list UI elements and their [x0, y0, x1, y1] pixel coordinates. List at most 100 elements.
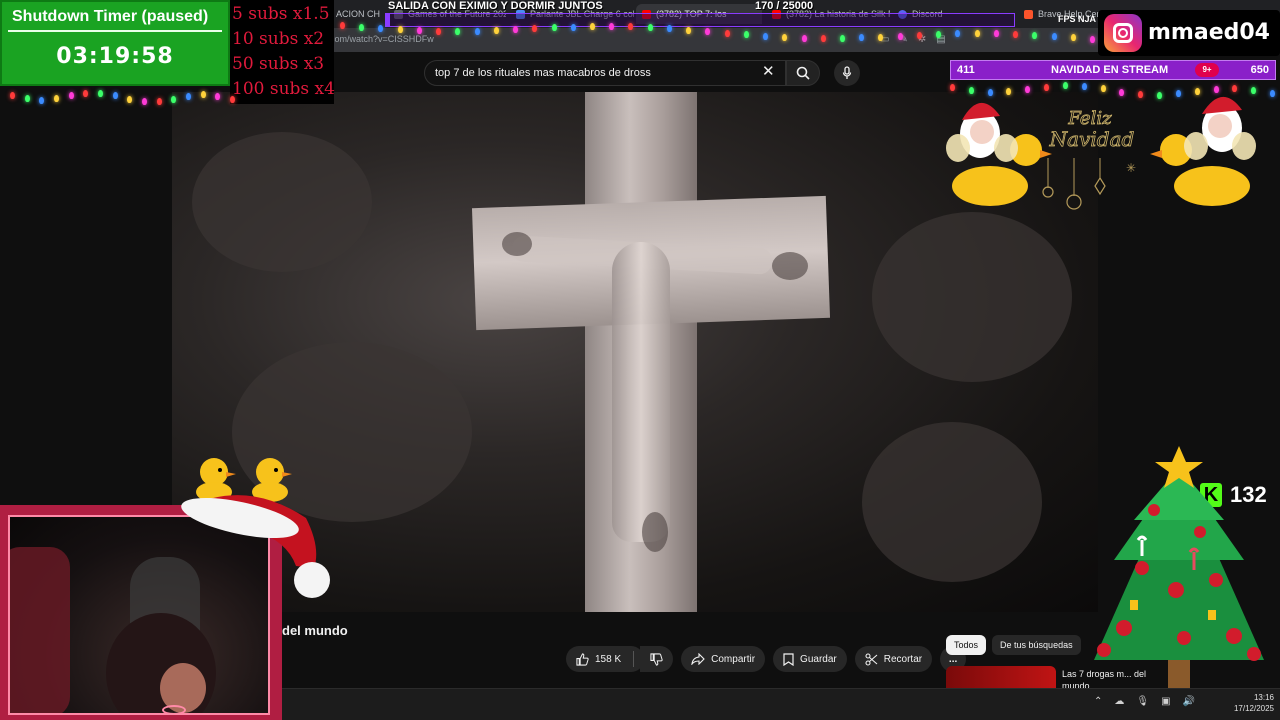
clear-search-icon[interactable]: ✕ [762, 64, 775, 79]
video-frame-stain [642, 512, 668, 552]
light-bulb-icon [359, 23, 365, 31]
video-frame-stain [772, 252, 808, 280]
christmas-decoration: ✳ Feliz Navidad [946, 96, 1256, 210]
video-frame-rock [192, 132, 372, 272]
light-bulb-icon [340, 22, 345, 29]
clock-date: 17/12/2025 [1233, 704, 1274, 713]
video-actions: 158 K Compartir Guardar Recortar ... [566, 646, 967, 672]
volume-icon[interactable]: 🔊 [1183, 696, 1195, 707]
light-bulb-icon [200, 91, 206, 99]
light-bulb-icon [397, 26, 403, 34]
instagram-handle: mmaed04 [1148, 20, 1270, 45]
instagram-badge: mmaed04 [1098, 10, 1280, 56]
svg-text:✳: ✳ [1126, 161, 1136, 175]
brave-favicon-icon [1024, 9, 1033, 19]
voice-search-button[interactable] [834, 60, 860, 86]
light-bulb-icon [436, 27, 442, 35]
christmas-tree-icon [1094, 446, 1264, 688]
light-bulb-icon [1013, 30, 1019, 38]
bookmark-icon [783, 652, 794, 666]
recommended-thumbnail[interactable] [946, 666, 1056, 688]
video-title: del mundo [282, 623, 348, 638]
light-bulb-icon [801, 34, 807, 42]
light-bulb-icon [570, 23, 576, 31]
light-bulb-icon [1070, 34, 1076, 42]
chevron-up-icon[interactable]: ⌃ [1094, 696, 1102, 707]
thumbs-down-icon [650, 652, 663, 666]
dislike-button[interactable] [640, 646, 674, 672]
video-frame-figure [612, 242, 670, 542]
feliz-navidad-lettering: Navidad [1049, 127, 1135, 151]
timer-label: Shutdown Timer (paused) [12, 8, 209, 25]
scissors-icon [865, 652, 878, 666]
chip-from-searches[interactable]: De tus búsquedas [992, 635, 1081, 655]
search-input[interactable]: top 7 de los rituales mas macabros de dr… [424, 60, 786, 86]
chip-all[interactable]: Todos [946, 635, 987, 655]
light-bulb-icon [590, 23, 595, 31]
light-bulb-icon [493, 27, 499, 34]
thumbs-up-icon [576, 652, 589, 666]
light-bulb-icon [416, 27, 422, 35]
light-bulb-icon [186, 92, 191, 100]
light-bulb-icon [10, 92, 15, 99]
light-bulb-icon [647, 24, 653, 32]
light-bulb-icon [98, 89, 103, 97]
instagram-icon [1104, 14, 1142, 52]
subs-multiplier: 5 subs x1.5 [232, 4, 330, 24]
search-button[interactable] [786, 60, 820, 86]
network-icon[interactable]: ▣ [1161, 696, 1170, 707]
santa-duck-left-icon [946, 102, 1052, 206]
shutdown-timer-widget: Shutdown Timer (paused) 03:19:58 [0, 0, 230, 86]
save-button[interactable]: Guardar [773, 646, 847, 672]
light-bulb-icon [39, 96, 45, 104]
christmas-stream-bar: 411 NAVIDAD EN STREAM 9+ 650 [950, 60, 1276, 80]
light-bulb-icon [127, 95, 133, 103]
microphone-icon [842, 66, 852, 79]
light-bulb-icon [474, 27, 480, 35]
like-count: 158 K [595, 653, 622, 665]
cloud-icon[interactable]: ☁ [1114, 696, 1124, 707]
stream-screen: ACION CH Games of the Future 2025 Parlan… [0, 0, 1280, 720]
clip-button[interactable]: Recortar [854, 646, 933, 672]
goal-count: 170 / 25000 [755, 0, 814, 12]
video-frame-stain [502, 232, 532, 256]
taskbar-clock[interactable]: 13:16 17/12/2025 [1218, 692, 1274, 714]
fps-readout: FPS NJA [1058, 14, 1097, 24]
goal-progress-fill [386, 14, 391, 26]
light-bulb-icon [974, 30, 980, 38]
share-icon [691, 653, 705, 665]
notification-badge: 9+ [1195, 63, 1219, 77]
light-bulb-icon [1032, 31, 1038, 39]
video-frame-rock [872, 212, 1072, 382]
search-icon [796, 66, 810, 80]
webcam-light-ring [162, 705, 186, 713]
light-bulb-icon [156, 98, 162, 106]
light-bulb-icon [1090, 36, 1095, 43]
light-bulb-icon [68, 92, 74, 100]
subs-multiplier: 10 subs x2 [232, 29, 325, 49]
goal-progress-bar [385, 13, 1015, 27]
microphone-icon[interactable]: 🎙 [1136, 696, 1149, 707]
christmas-bar-title: NAVIDAD EN STREAM [1051, 64, 1169, 76]
light-bulb-icon [763, 32, 769, 40]
feliz-navidad-lettering: Feliz [1067, 108, 1112, 129]
light-bulb-icon [54, 95, 59, 103]
light-bulb-icon [112, 92, 118, 100]
light-bulb-icon [24, 95, 30, 103]
light-bulb-icon [993, 30, 999, 38]
light-bulb-icon [840, 34, 845, 42]
light-bulb-icon [686, 26, 692, 34]
like-button[interactable]: 158 K [566, 646, 645, 672]
santa-hat-decoration [181, 458, 330, 598]
light-bulb-icon [142, 98, 147, 106]
url-field[interactable]: com/watch?v=CISSHDFw [330, 34, 434, 44]
instagram-icon-lens [1118, 28, 1128, 38]
christmas-bar-left-count: 411 [957, 64, 975, 76]
ornament-icon: ✳ [1042, 158, 1136, 210]
subs-multiplier: 50 subs x3 [232, 54, 325, 74]
timer-divider [8, 30, 222, 32]
browser-tab[interactable]: ACION CH [330, 4, 386, 24]
light-bulb-icon [820, 34, 826, 42]
light-bulb-icon [1051, 32, 1057, 40]
share-button[interactable]: Compartir [681, 646, 766, 672]
